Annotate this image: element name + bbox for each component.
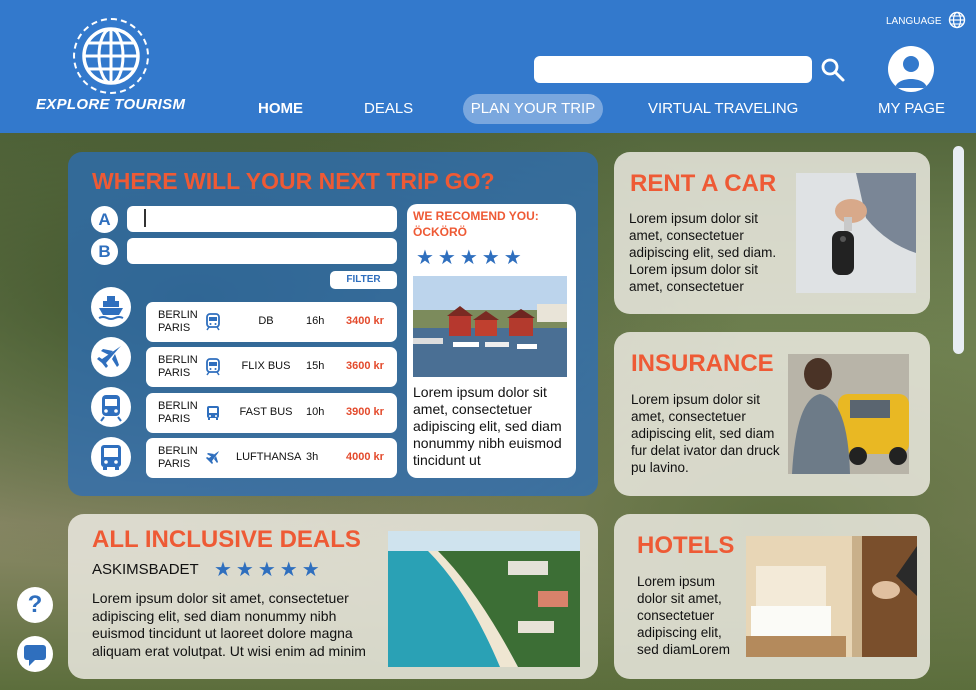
bus-icon[interactable] — [91, 437, 131, 477]
nav-home[interactable]: HOME — [258, 100, 303, 118]
ship-icon[interactable] — [91, 287, 131, 327]
route-row[interactable]: BERLIN PARIS FLIX BUS 15h 3600 kr — [146, 347, 397, 387]
taxi-traveler-photo — [788, 354, 909, 474]
route-origin: BERLIN — [158, 354, 198, 366]
train-icon — [204, 358, 222, 376]
help-icon: ? — [27, 591, 43, 618]
train-icon — [204, 313, 222, 331]
bus-icon — [204, 404, 222, 422]
chat-button[interactable] — [17, 636, 53, 672]
route-duration: 16h — [306, 315, 325, 327]
plane-icon — [204, 449, 222, 467]
deal-destination: ASKIMSBADET — [92, 561, 199, 578]
route-origin: BERLIN — [158, 445, 198, 457]
train-icon[interactable] — [91, 387, 131, 427]
text-cursor — [144, 209, 146, 227]
chat-icon — [17, 636, 53, 677]
to-input[interactable] — [127, 238, 397, 264]
rating-stars: ★★★★★ — [416, 247, 526, 269]
route-price: 4000 kr — [346, 451, 384, 463]
insurance-title: INSURANCE — [631, 350, 774, 377]
route-row[interactable]: BERLIN PARIS DB 16h 3400 kr — [146, 302, 397, 342]
route-destination: PARIS — [158, 367, 191, 379]
route-carrier: FAST BUS — [239, 406, 293, 418]
rent-a-car-text: Lorem ipsum dolor sit amet, consectetuer… — [629, 211, 777, 294]
avatar-icon[interactable] — [888, 46, 934, 92]
to-marker: B — [91, 238, 118, 265]
insurance-text: Lorem ipsum dolor sit amet, consectetuer… — [631, 392, 780, 475]
nav-my-page[interactable]: MY PAGE — [878, 100, 945, 118]
route-carrier: FLIX BUS — [241, 360, 291, 372]
route-row[interactable]: BERLIN PARIS FAST BUS 10h 3900 kr — [146, 393, 397, 433]
filter-button[interactable]: FILTER — [330, 271, 397, 289]
scrollbar[interactable] — [953, 146, 964, 354]
plane-icon[interactable] — [91, 337, 131, 377]
harbor-photo — [413, 276, 567, 377]
search-icon[interactable] — [820, 57, 846, 83]
hotels-text: Lorem ipsum dolor sit amet, consectetuer… — [637, 574, 731, 657]
car-keys-photo — [796, 173, 916, 293]
route-price: 3900 kr — [346, 406, 384, 418]
hotels-title: HOTELS — [637, 532, 735, 559]
top-header: EXPLORE TOURISM LANGUAGE HOME DEALS PLAN… — [0, 0, 976, 133]
route-destination: PARIS — [158, 413, 191, 425]
from-input[interactable] — [127, 206, 397, 232]
route-origin: BERLIN — [158, 400, 198, 412]
nav-deals[interactable]: DEALS — [364, 100, 413, 118]
route-row[interactable]: BERLIN PARIS LUFTHANSA 3h 4000 kr — [146, 438, 397, 478]
nav-virtual-traveling[interactable]: VIRTUAL TRAVELING — [648, 100, 798, 118]
route-price: 3600 kr — [346, 360, 384, 372]
trip-planner-title: WHERE WILL YOUR NEXT TRIP GO? — [92, 168, 495, 194]
route-destination: PARIS — [158, 458, 191, 470]
globe-logo-icon[interactable] — [73, 18, 149, 94]
language-selector[interactable]: LANGUAGE — [886, 11, 966, 32]
beach-resort-photo — [388, 531, 580, 667]
brand-name[interactable]: EXPLORE TOURISM — [36, 96, 185, 113]
route-duration: 10h — [306, 406, 325, 418]
hotel-room-photo — [746, 536, 917, 657]
route-carrier: DB — [258, 315, 274, 327]
route-duration: 3h — [306, 451, 319, 463]
globe-icon — [948, 11, 966, 32]
recommendation-text: Lorem ipsum dolor sit amet, consectetuer… — [413, 384, 562, 468]
route-duration: 15h — [306, 360, 325, 372]
deals-title: ALL INCLUSIVE DEALS — [92, 526, 361, 553]
deals-text: Lorem ipsum dolor sit amet, consectetuer… — [92, 590, 366, 659]
help-button[interactable]: ? — [17, 587, 53, 623]
rating-stars: ★★★★★ — [214, 559, 324, 581]
language-label: LANGUAGE — [886, 16, 942, 27]
nav-plan-your-trip[interactable]: PLAN YOUR TRIP — [463, 94, 603, 124]
search-input[interactable] — [534, 56, 812, 83]
route-price: 3400 kr — [346, 315, 384, 327]
route-carrier: LUFTHANSA — [236, 451, 302, 463]
rent-a-car-title: RENT A CAR — [630, 170, 777, 197]
recommendation-title: WE RECOMEND YOU: ÖCKÖRÖ — [413, 209, 539, 239]
from-marker: A — [91, 206, 118, 233]
route-destination: PARIS — [158, 322, 191, 334]
route-origin: BERLIN — [158, 309, 198, 321]
